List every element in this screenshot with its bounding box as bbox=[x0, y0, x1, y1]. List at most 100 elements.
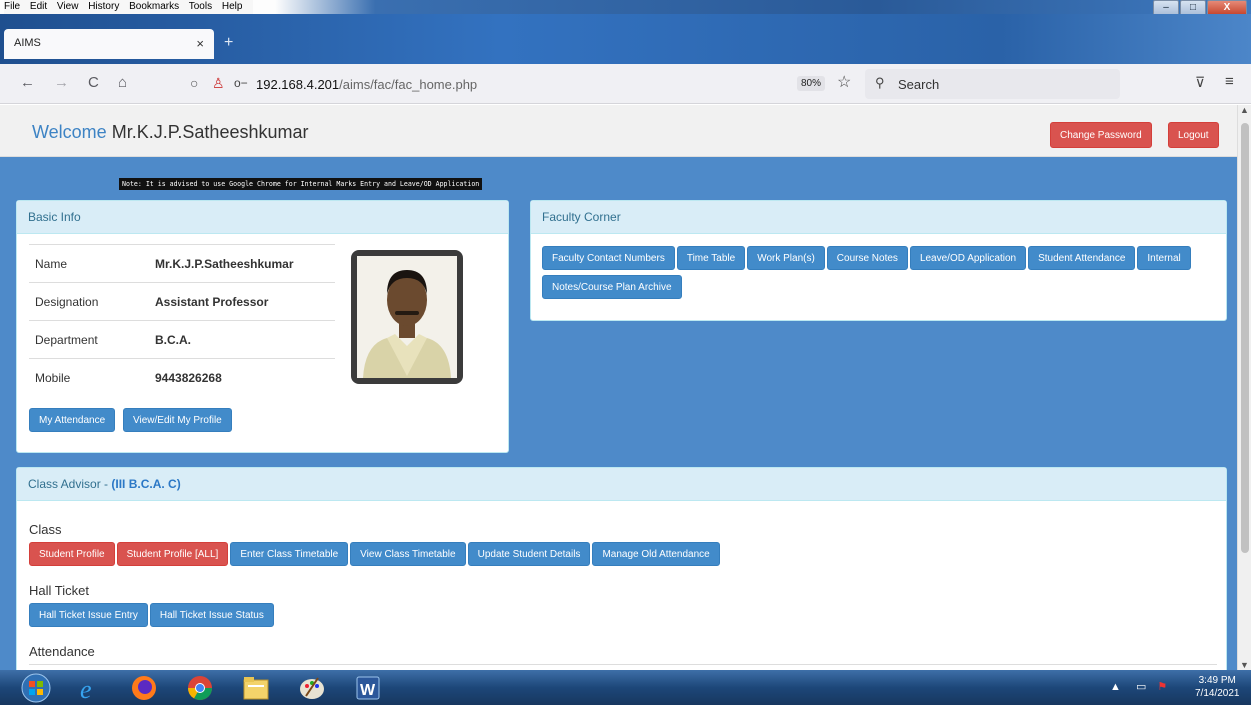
welcome-label: Welcome bbox=[32, 122, 107, 142]
key-icon[interactable]: o− bbox=[234, 76, 248, 90]
scrollbar-thumb[interactable] bbox=[1241, 123, 1249, 553]
basic-info-table: Name Mr.K.J.P.Satheeshkumar Designation As… bbox=[29, 244, 335, 397]
field-label: Designation bbox=[29, 282, 149, 321]
table-row: Department B.C.A. bbox=[29, 320, 335, 359]
new-tab-button[interactable]: + bbox=[224, 34, 233, 52]
profile-photo bbox=[351, 250, 463, 384]
svg-text:e: e bbox=[80, 675, 92, 702]
action-center-icon[interactable]: ⚑ bbox=[1157, 681, 1167, 693]
zoom-level[interactable]: 80% bbox=[797, 76, 826, 91]
field-value: Assistant Professor bbox=[149, 282, 335, 321]
field-value: B.C.A. bbox=[149, 320, 335, 359]
search-input[interactable]: ⚲ Search bbox=[865, 69, 1120, 99]
menu-edit[interactable]: Edit bbox=[30, 1, 47, 12]
bookmark-star-icon[interactable]: ☆ bbox=[837, 72, 851, 92]
hall-ticket-issue-entry-button[interactable]: Hall Ticket Issue Entry bbox=[29, 603, 148, 627]
notes-course-plan-archive-button[interactable]: Notes/Course Plan Archive bbox=[542, 275, 682, 299]
basic-info-panel: Basic Info Name Mr.K.J.P.Satheeshkumar De… bbox=[16, 200, 509, 453]
table-row: Mobile 9443826268 bbox=[29, 358, 335, 397]
faculty-buttons: Faculty Contact Numbers Time Table Work Pl… bbox=[542, 246, 1222, 304]
menu-help[interactable]: Help bbox=[222, 1, 243, 12]
start-orb-icon[interactable] bbox=[12, 671, 60, 704]
search-placeholder: Search bbox=[898, 77, 940, 92]
table-row: Name Mr.K.J.P.Satheeshkumar bbox=[29, 244, 335, 283]
class-buttons: Student Profile Student Profile [ALL] Ente… bbox=[29, 542, 722, 566]
clock-date: 7/14/2021 bbox=[1195, 688, 1240, 699]
field-label: Name bbox=[29, 244, 149, 283]
class-name: (III B.C.A. C) bbox=[111, 477, 181, 491]
reload-icon[interactable]: C bbox=[88, 74, 99, 91]
firefox-icon[interactable] bbox=[120, 671, 168, 704]
field-label: Mobile bbox=[29, 358, 149, 397]
shield-icon[interactable]: ○ bbox=[190, 75, 198, 91]
tab-aims[interactable]: AIMS × bbox=[4, 29, 214, 59]
student-profile-all-button[interactable]: Student Profile [ALL] bbox=[116, 542, 229, 566]
file-explorer-icon[interactable] bbox=[232, 671, 280, 704]
class-section-heading: Class bbox=[29, 522, 62, 537]
menu-items: File Edit View History Bookmarks Tools H… bbox=[4, 0, 254, 14]
edit-profile-button[interactable]: View/Edit My Profile bbox=[123, 408, 232, 432]
work-plans-button[interactable]: Work Plan(s) bbox=[747, 246, 825, 270]
tab-close-icon[interactable]: × bbox=[196, 36, 204, 51]
change-password-button[interactable]: Change Password bbox=[1050, 122, 1152, 148]
menu-bookmarks[interactable]: Bookmarks bbox=[129, 1, 179, 12]
search-icon: ⚲ bbox=[875, 75, 885, 90]
hamburger-menu-icon[interactable]: ≡ bbox=[1225, 73, 1234, 90]
field-value: 9443826268 bbox=[149, 358, 335, 397]
manage-old-attendance-button[interactable]: Manage Old Attendance bbox=[592, 542, 720, 566]
tab-title: AIMS bbox=[14, 37, 41, 49]
student-attendance-button[interactable]: Student Attendance bbox=[1028, 246, 1136, 270]
leave-od-application-button[interactable]: Leave/OD Application bbox=[909, 246, 1027, 270]
field-label: Department bbox=[29, 320, 149, 359]
update-student-details-button[interactable]: Update Student Details bbox=[467, 542, 591, 566]
browser-note: Note: It is advised to use Google Chrome… bbox=[119, 178, 483, 190]
hall-ticket-buttons: Hall Ticket Issue Entry Hall Ticket Issue… bbox=[29, 603, 276, 627]
page-content: Welcome Mr.K.J.P.Satheeshkumar Change Pa… bbox=[0, 105, 1237, 670]
student-profile-button[interactable]: Student Profile bbox=[29, 542, 115, 566]
table-row: Designation Assistant Professor bbox=[29, 282, 335, 321]
show-hidden-icons-icon[interactable]: ▲ bbox=[1110, 681, 1121, 693]
page-scrollbar[interactable]: ▲ ▼ bbox=[1237, 105, 1251, 670]
basic-info-title: Basic Info bbox=[17, 201, 508, 234]
permissions-icon[interactable]: ♙ bbox=[212, 75, 225, 92]
faculty-corner-title: Faculty Corner bbox=[531, 201, 1226, 234]
faculty-contact-numbers-button[interactable]: Faculty Contact Numbers bbox=[542, 246, 675, 270]
menu-tools[interactable]: Tools bbox=[189, 1, 212, 12]
welcome-text: Welcome Mr.K.J.P.Satheeshkumar bbox=[32, 122, 308, 143]
tab-strip: AIMS × + bbox=[0, 14, 1251, 64]
clock-time: 3:49 PM bbox=[1198, 675, 1236, 686]
user-name: Mr.K.J.P.Satheeshkumar bbox=[111, 122, 309, 142]
paint-icon[interactable] bbox=[288, 671, 336, 704]
pocket-icon[interactable]: ⊽ bbox=[1195, 74, 1205, 91]
network-icon[interactable]: ▭ bbox=[1136, 681, 1146, 693]
view-class-timetable-button[interactable]: View Class Timetable bbox=[350, 542, 466, 566]
faculty-corner-panel: Faculty Corner Faculty Contact Numbers Ti… bbox=[530, 200, 1227, 321]
internal-button[interactable]: Internal bbox=[1137, 246, 1191, 270]
logout-button[interactable]: Logout bbox=[1168, 122, 1219, 148]
hall-ticket-issue-status-button[interactable]: Hall Ticket Issue Status bbox=[149, 603, 274, 627]
url-text[interactable]: 192.168.4.201/aims/fac/fac_home.php bbox=[256, 77, 477, 92]
scroll-down-icon[interactable]: ▼ bbox=[1240, 660, 1249, 670]
scroll-up-icon[interactable]: ▲ bbox=[1240, 105, 1249, 115]
chrome-icon[interactable] bbox=[176, 671, 224, 704]
url-bar[interactable]: ○ ♙ o− 192.168.4.201/aims/fac/fac_home.p… bbox=[180, 69, 860, 99]
menu-file[interactable]: File bbox=[4, 1, 20, 12]
menu-bar: File Edit View History Bookmarks Tools H… bbox=[0, 0, 1251, 16]
class-advisor-panel: Class Advisor - (III B.C.A. C) Class Stu… bbox=[16, 467, 1227, 670]
class-advisor-title: Class Advisor - (III B.C.A. C) bbox=[17, 468, 1226, 501]
word-icon[interactable]: W bbox=[344, 671, 392, 704]
attendance-section-heading: Attendance bbox=[29, 644, 95, 659]
hall-ticket-section-heading: Hall Ticket bbox=[29, 583, 89, 598]
clock[interactable]: 3:49 PM 7/14/2021 bbox=[1195, 674, 1240, 700]
back-icon[interactable]: ← bbox=[20, 74, 35, 91]
svg-text:W: W bbox=[360, 682, 376, 699]
menu-history[interactable]: History bbox=[88, 1, 119, 12]
home-icon[interactable]: ⌂ bbox=[118, 74, 127, 91]
internet-explorer-icon[interactable]: e bbox=[66, 671, 114, 704]
course-notes-button[interactable]: Course Notes bbox=[826, 246, 908, 270]
time-table-button[interactable]: Time Table bbox=[676, 246, 746, 270]
enter-class-timetable-button[interactable]: Enter Class Timetable bbox=[230, 542, 349, 566]
menu-view[interactable]: View bbox=[57, 1, 79, 12]
forward-icon[interactable]: → bbox=[54, 74, 69, 91]
my-attendance-button[interactable]: My Attendance bbox=[29, 408, 116, 432]
